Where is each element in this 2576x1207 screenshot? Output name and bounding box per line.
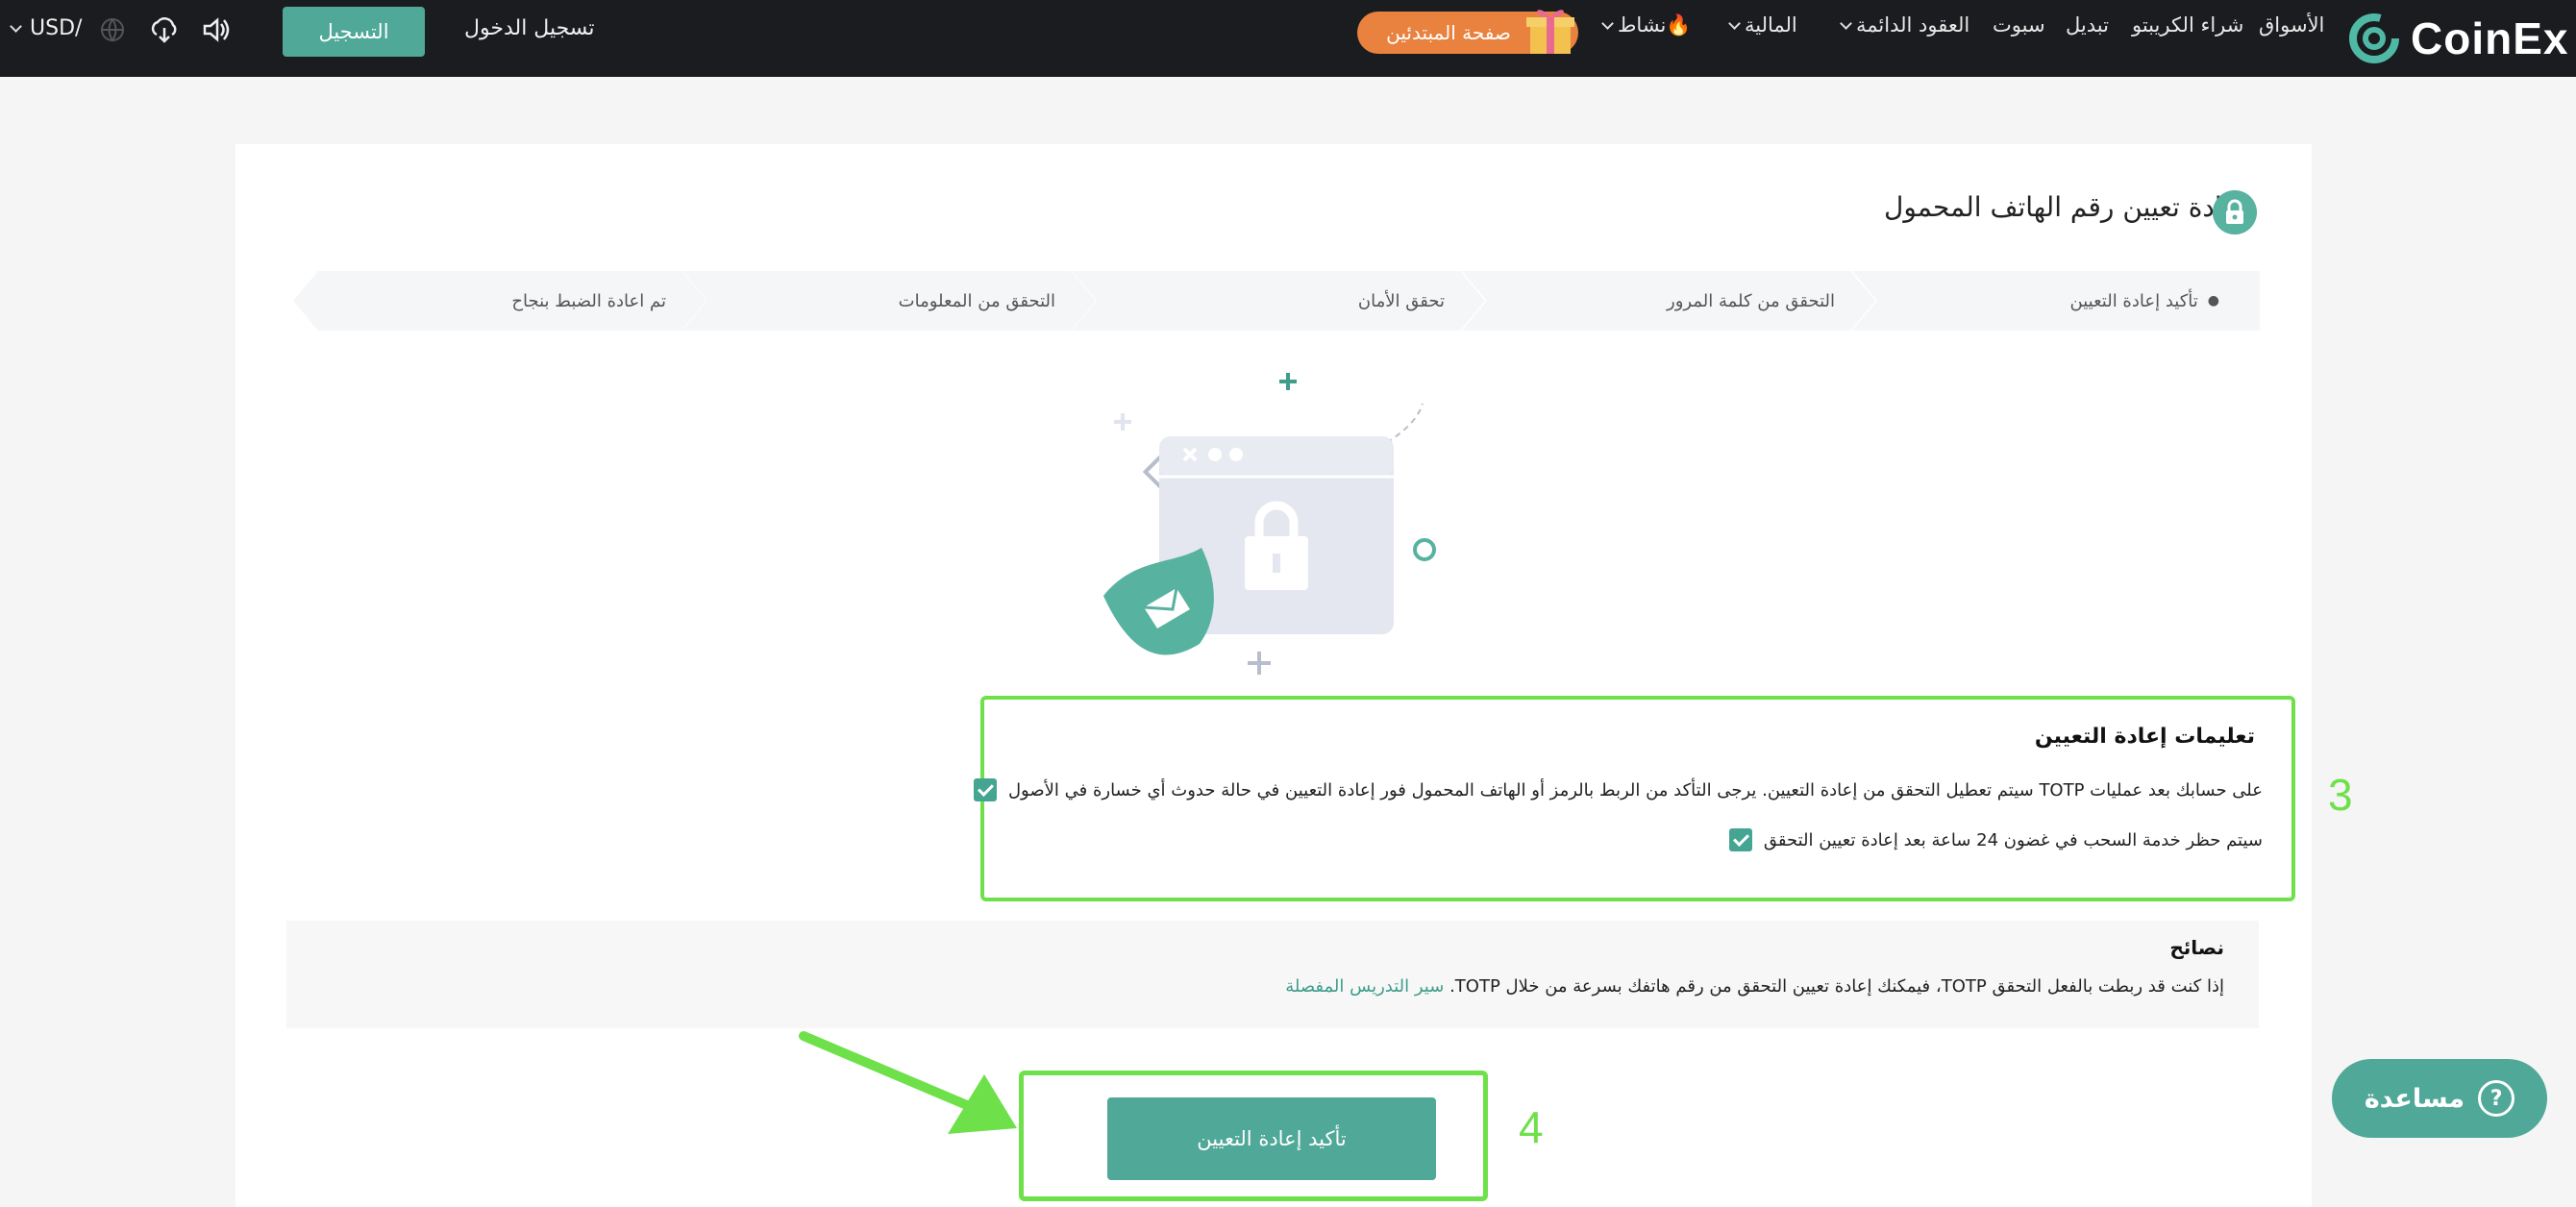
help-icon: ? [2478,1080,2515,1117]
chevron-down-icon [1728,17,1741,30]
coinex-logo-icon [2349,13,2399,63]
confirm-reset-button[interactable]: تأكيد إعادة التعيين [1107,1097,1436,1180]
step-confirm-reset: تأكيد إعادة التعيين ● [1852,271,2260,331]
nav-markets[interactable]: الأسواق [2259,13,2324,37]
download-icon[interactable] [148,13,181,46]
nav-futures[interactable]: العقود الدائمة [1840,13,1969,37]
step-info-verify: التحقق من المعلومات [682,271,1096,331]
annotation-step-4: 4 [1519,1102,1544,1152]
chevron-down-icon [1601,17,1614,30]
step-security-check: تحقق الأمان [1072,271,1485,331]
nav-spot[interactable]: سبوت [1993,13,2045,37]
step-password-verify: التحقق من كلمة المرور [1462,271,1875,331]
checkbox-checked[interactable] [973,778,997,801]
login-link[interactable]: تسجيل الدخول [464,16,595,40]
instructions-title: تعليمات إعادة التعيين [2034,725,2255,749]
tutorial-link[interactable]: سير التدريس المفصلة [1285,976,1444,997]
tips-box: نصائح إذا كنت قد ربطت بالفعل التحقق TOTP… [286,921,2259,1028]
checkbox-checked[interactable] [1728,828,1752,851]
top-nav: CoinEx الأسواق شراء الكريبتو تبديل سبوت … [0,0,2576,77]
nav-finance[interactable]: المالية [1728,13,1797,37]
reset-instructions-box: تعليمات إعادة التعيين على حسابك بعد عملي… [973,696,2295,901]
nav-swap[interactable]: تبديل [2066,13,2109,37]
step-reset-success: تم اعادة الضبط بنجاح [293,271,706,331]
reset-steps: تأكيد إعادة التعيين ● التحقق من كلمة الم… [293,271,2260,331]
fire-icon: 🔥 [1666,13,1692,37]
chevron-down-icon [10,20,22,33]
currency-selector[interactable]: USD/ [10,16,82,40]
brand-name: CoinEx [2411,13,2569,63]
signup-button[interactable]: التسجيل [283,7,425,57]
active-dot-icon: ● [2207,293,2219,308]
annotation-arrow-icon [799,1031,1017,1134]
chevron-down-icon [1840,17,1852,30]
security-lock-illustration [1103,373,1436,675]
brand-logo[interactable]: CoinEx [2347,4,2568,73]
nav-activity[interactable]: نشاط🔥 [1601,13,1692,37]
annotation-step-3: 3 [2328,770,2353,820]
tips-text: إذا كنت قد ربطت بالفعل التحقق TOTP، فيمك… [1285,976,2224,997]
tips-title: نصائح [2169,936,2224,959]
nav-buy-crypto[interactable]: شراء الكريبتو [2132,13,2243,37]
instruction-item[interactable]: سيتم حظر خدمة السحب في غضون 24 ساعة بعد … [1728,828,2263,851]
lock-icon [2213,190,2257,234]
page-title: إعادة تعيين رقم الهاتف المحمول [1884,191,2246,223]
gift-icon [1526,10,1574,54]
help-button[interactable]: مساعدة ? [2332,1059,2547,1138]
globe-icon[interactable] [96,13,129,46]
instruction-item[interactable]: على حسابك بعد عمليات TOTP سيتم تعطيل الت… [973,778,2263,801]
speaker-icon[interactable] [200,13,233,46]
